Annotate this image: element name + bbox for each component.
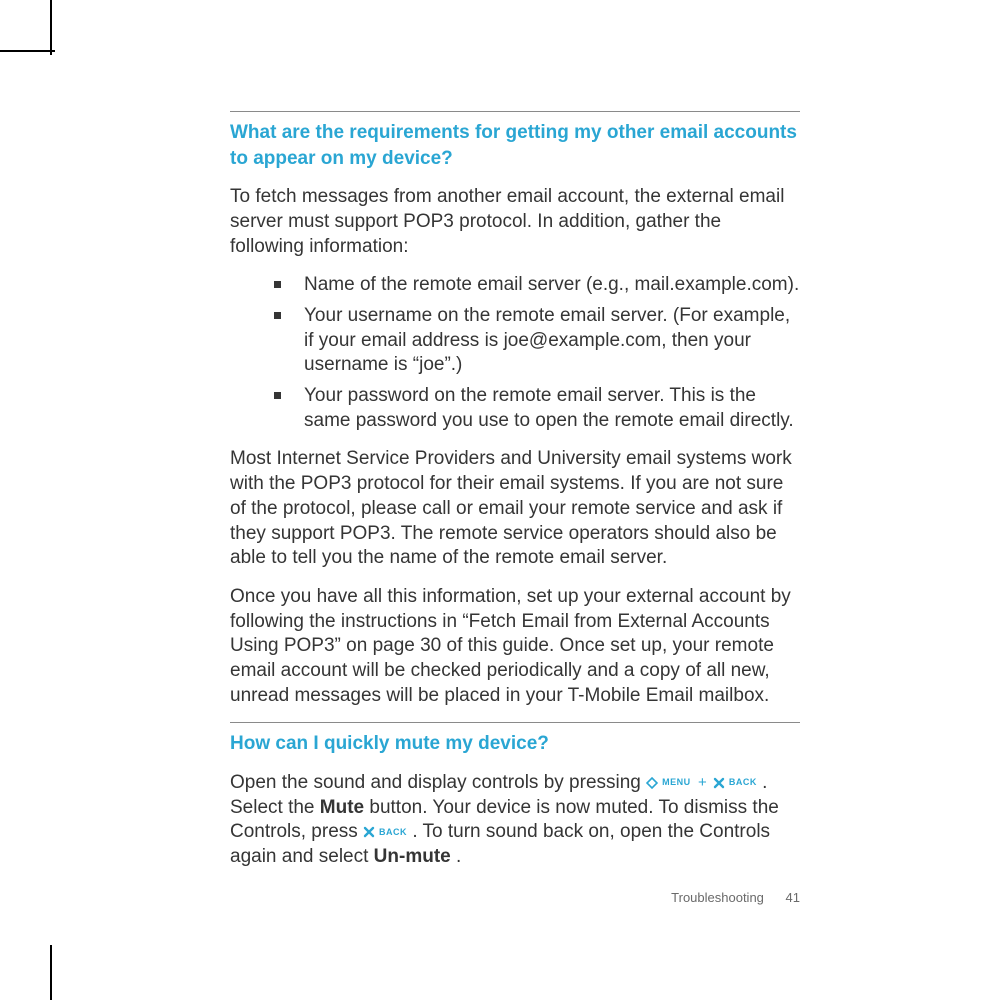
content-column: What are the requirements for getting my… [230, 105, 800, 884]
square-bullet-icon [274, 392, 281, 399]
page-footer: Troubleshooting 41 [230, 890, 800, 905]
unmute-label: Un-mute [374, 846, 451, 867]
horizontal-rule [230, 111, 800, 112]
faq1-para3: Once you have all this information, set … [230, 585, 800, 708]
menu-label: MENU [662, 777, 691, 789]
faq-heading-1: What are the requirements for getting my… [230, 120, 800, 171]
diamond-icon [646, 777, 658, 789]
back-button-icon: BACK [363, 826, 407, 838]
list-item: Your username on the remote email server… [230, 304, 800, 378]
list-item: Your password on the remote email server… [230, 384, 800, 433]
document-page: What are the requirements for getting my… [0, 0, 1000, 1000]
horizontal-rule [230, 722, 800, 723]
list-item-text: Your password on the remote email server… [304, 385, 794, 431]
back-label: BACK [729, 777, 757, 789]
footer-section: Troubleshooting [671, 890, 764, 905]
page-number: 41 [786, 890, 800, 905]
faq2-body: Open the sound and display controls by p… [230, 771, 800, 870]
faq1-para2: Most Internet Service Providers and Univ… [230, 447, 800, 570]
list-item-text: Your username on the remote email server… [304, 305, 790, 375]
faq-heading-2: How can I quickly mute my device? [230, 731, 800, 757]
body-fragment: Open the sound and display controls by p… [230, 772, 646, 793]
body-fragment: . [456, 846, 461, 867]
square-bullet-icon [274, 312, 281, 319]
x-icon [713, 777, 725, 789]
x-icon [363, 826, 375, 838]
back-label: BACK [379, 827, 407, 839]
menu-button-icon: MENU [646, 777, 691, 789]
mute-label: Mute [320, 797, 364, 818]
faq1-intro: To fetch messages from another email acc… [230, 185, 800, 259]
crop-mark-top [0, 50, 55, 52]
plus-separator: + [698, 774, 711, 791]
list-item-text: Name of the remote email server (e.g., m… [304, 274, 799, 295]
faq1-list: Name of the remote email server (e.g., m… [230, 273, 800, 433]
list-item: Name of the remote email server (e.g., m… [230, 273, 800, 298]
crop-mark-bottom [50, 945, 52, 1000]
crop-mark-left [50, 0, 52, 55]
square-bullet-icon [274, 281, 281, 288]
back-button-icon: BACK [713, 777, 757, 789]
